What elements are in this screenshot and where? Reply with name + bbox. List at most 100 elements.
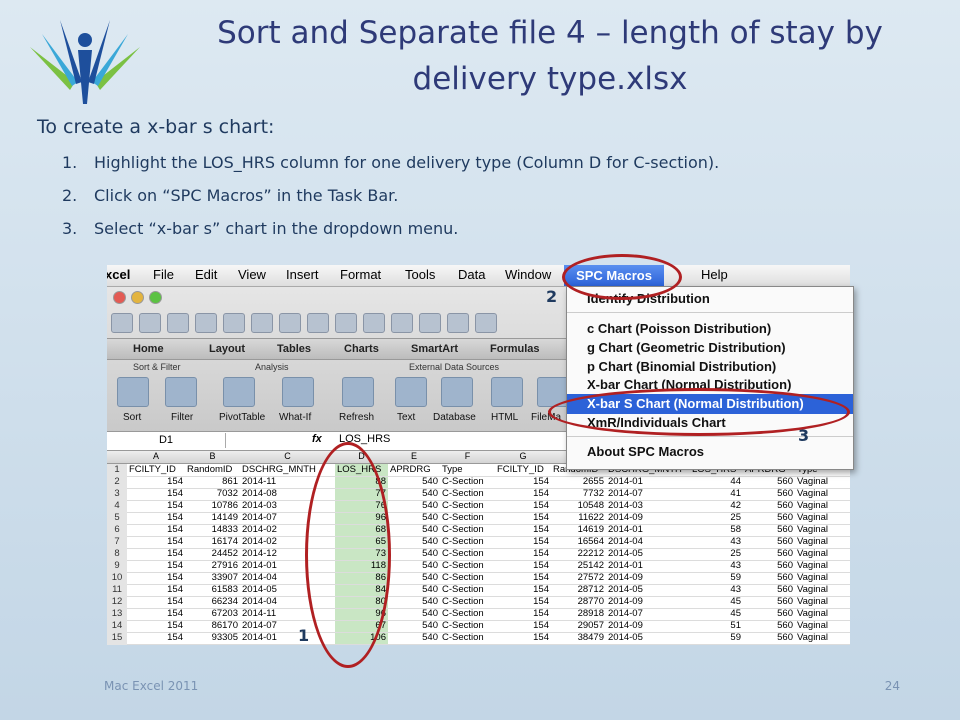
table-cell[interactable]: Vaginal [797, 560, 848, 572]
table-cell[interactable]: C-Section [442, 500, 493, 512]
table-cell[interactable]: 540 [390, 500, 438, 512]
name-box[interactable]: D1 [107, 433, 226, 448]
table-cell[interactable]: 154 [129, 596, 183, 608]
table-cell[interactable]: 86170 [187, 620, 238, 632]
table-cell[interactable]: 93305 [187, 632, 238, 644]
row-number[interactable]: 14 [107, 620, 127, 632]
table-cell[interactable]: 38479 [553, 632, 604, 644]
menu-data[interactable]: Data [458, 267, 485, 282]
table-cell[interactable]: 10548 [553, 500, 604, 512]
table-cell[interactable]: 41 [692, 488, 741, 500]
cut-icon[interactable] [251, 313, 273, 333]
header-cell[interactable]: RandomID [187, 464, 238, 476]
table-cell[interactable]: 560 [745, 620, 793, 632]
database-button[interactable] [441, 377, 473, 407]
table-cell[interactable]: 154 [129, 644, 183, 645]
menu-format[interactable]: Format [340, 267, 381, 282]
row-number[interactable]: 3 [107, 488, 127, 500]
table-cell[interactable]: 61583 [187, 584, 238, 596]
row-number[interactable]: 6 [107, 524, 127, 536]
table-cell[interactable]: Vaginal [797, 512, 848, 524]
table-cell[interactable]: Vaginal [797, 476, 848, 488]
close-window-icon[interactable] [113, 291, 126, 304]
table-cell[interactable]: Vaginal [797, 500, 848, 512]
table-cell[interactable]: 93469 [187, 644, 238, 645]
table-cell[interactable]: 7032 [187, 488, 238, 500]
table-cell[interactable]: 560 [745, 608, 793, 620]
format-painter-icon[interactable] [335, 313, 357, 333]
table-cell[interactable]: 2014-05 [608, 584, 688, 596]
table-cell[interactable]: 28770 [553, 596, 604, 608]
tab-charts[interactable]: Charts [344, 343, 379, 355]
table-cell[interactable]: 540 [390, 476, 438, 488]
table-cell[interactable]: 861 [187, 476, 238, 488]
table-cell[interactable]: 154 [497, 512, 549, 524]
row-number[interactable]: 9 [107, 560, 127, 572]
table-cell[interactable]: C-Section [442, 644, 493, 645]
table-cell[interactable]: Vaginal [797, 644, 848, 645]
menu-excel[interactable]: xcel [107, 267, 130, 282]
minimize-window-icon[interactable] [131, 291, 144, 304]
table-cell[interactable]: 560 [745, 548, 793, 560]
row-number[interactable]: 11 [107, 584, 127, 596]
table-cell[interactable]: 154 [129, 632, 183, 644]
table-cell[interactable]: 28918 [553, 608, 604, 620]
table-cell[interactable]: 59 [692, 632, 741, 644]
menu-item-g-chart[interactable]: g Chart (Geometric Distribution) [587, 340, 786, 355]
table-cell[interactable]: 154 [497, 596, 549, 608]
table-cell[interactable]: 2014-02 [242, 644, 333, 645]
table-cell[interactable]: 154 [497, 536, 549, 548]
table-cell[interactable]: C-Section [442, 512, 493, 524]
table-cell[interactable]: 2014-03 [608, 500, 688, 512]
table-cell[interactable]: 154 [497, 524, 549, 536]
table-cell[interactable]: C-Section [442, 584, 493, 596]
table-cell[interactable]: 2655 [553, 476, 604, 488]
menu-file[interactable]: File [153, 267, 174, 282]
table-cell[interactable]: 560 [745, 512, 793, 524]
table-cell[interactable]: 560 [745, 500, 793, 512]
table-cell[interactable]: C-Section [442, 632, 493, 644]
table-cell[interactable]: 154 [129, 476, 183, 488]
column-header-b[interactable]: B [185, 451, 240, 461]
table-cell[interactable]: 7732 [553, 488, 604, 500]
table-cell[interactable]: 154 [129, 512, 183, 524]
table-cell[interactable]: 154 [129, 500, 183, 512]
table-cell[interactable]: Vaginal [797, 548, 848, 560]
table-cell[interactable]: C-Section [442, 620, 493, 632]
tab-smartart[interactable]: SmartArt [411, 343, 458, 355]
table-cell[interactable]: 25 [692, 548, 741, 560]
table-cell[interactable]: 154 [497, 488, 549, 500]
table-cell[interactable]: 2014-09 [608, 596, 688, 608]
menu-help[interactable]: Help [701, 267, 728, 282]
table-cell[interactable]: 154 [497, 476, 549, 488]
table-cell[interactable]: 560 [745, 596, 793, 608]
zoom-window-icon[interactable] [149, 291, 162, 304]
table-cell[interactable]: C-Section [442, 536, 493, 548]
tab-tables[interactable]: Tables [277, 343, 311, 355]
table-cell[interactable]: 67203 [187, 608, 238, 620]
table-cell[interactable]: 58 [692, 524, 741, 536]
table-cell[interactable]: 2014-07 [608, 488, 688, 500]
undo-icon[interactable] [363, 313, 385, 333]
table-cell[interactable]: C-Section [442, 572, 493, 584]
save-icon[interactable] [195, 313, 217, 333]
table-cell[interactable]: 14619 [553, 524, 604, 536]
html-button[interactable] [491, 377, 523, 407]
table-cell[interactable]: C-Section [442, 560, 493, 572]
table-cell[interactable]: 560 [745, 560, 793, 572]
table-cell[interactable]: 154 [129, 608, 183, 620]
pivottable-button[interactable] [223, 377, 255, 407]
menu-item-c-chart[interactable]: c Chart (Poisson Distribution) [587, 321, 771, 336]
table-cell[interactable]: 2014-05 [608, 632, 688, 644]
table-cell[interactable]: 154 [497, 548, 549, 560]
table-cell[interactable]: 154 [497, 500, 549, 512]
menu-item-p-chart[interactable]: p Chart (Binomial Distribution) [587, 359, 776, 374]
table-cell[interactable]: 39526 [553, 644, 604, 645]
table-cell[interactable]: Vaginal [797, 524, 848, 536]
table-cell[interactable]: 43 [692, 584, 741, 596]
gallery-icon[interactable] [139, 313, 161, 333]
table-cell[interactable]: 154 [497, 584, 549, 596]
menu-tools[interactable]: Tools [405, 267, 435, 282]
tab-home[interactable]: Home [133, 343, 164, 355]
row-number[interactable]: 10 [107, 572, 127, 584]
